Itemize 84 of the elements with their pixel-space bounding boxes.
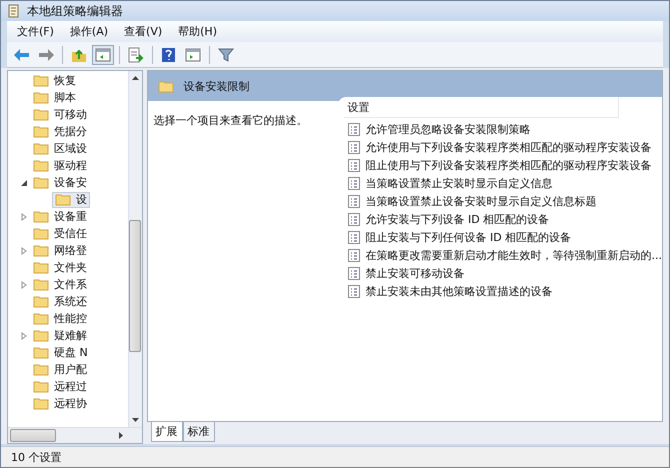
setting-row[interactable]: 阻止使用与下列设备安装程序类相匹配的驱动程序安装设备 — [344, 156, 662, 174]
tree-item[interactable]: 恢复 — [30, 72, 79, 88]
setting-icon — [348, 122, 360, 136]
expand-triangle-icon[interactable] — [20, 212, 28, 220]
folder-icon — [33, 227, 49, 240]
tree-item[interactable]: 远程协 — [30, 396, 90, 412]
scroll-up-icon[interactable] — [132, 75, 138, 80]
tree-item[interactable]: 性能控 — [30, 310, 90, 326]
menu-item[interactable]: 文件(F) — [11, 22, 60, 41]
setting-icon — [348, 194, 360, 208]
setting-row[interactable]: 阻止安装与下列任何设备 ID 相匹配的设备 — [344, 228, 662, 246]
expand-triangle-icon[interactable] — [20, 332, 28, 340]
collapse-triangle-icon[interactable] — [20, 178, 28, 186]
menu-item[interactable]: 查看(V) — [118, 22, 168, 41]
folder-icon — [33, 176, 49, 189]
setting-row[interactable]: 允许使用与下列设备安装程序类相匹配的驱动程序安装设备 — [344, 138, 662, 156]
status-text: 10 个设置 — [11, 450, 62, 464]
setting-icon — [348, 140, 360, 154]
folder-icon — [33, 74, 49, 87]
tree-item[interactable]: 系统还 — [30, 294, 90, 310]
setting-icon — [348, 158, 360, 172]
tree-item[interactable]: 网络登 — [30, 242, 90, 258]
folder-icon — [33, 261, 49, 274]
tree-item[interactable]: 疑难解 — [30, 328, 90, 344]
folder-icon — [33, 108, 49, 121]
folder-icon — [33, 91, 49, 104]
folder-icon — [33, 210, 49, 223]
folder-icon — [33, 295, 49, 308]
description-text: 选择一个项目来查看它的描述。 — [154, 114, 308, 127]
setting-icon — [348, 230, 360, 244]
vertical-scrollbar[interactable] — [128, 71, 142, 427]
tree-item[interactable]: 硬盘 N — [30, 344, 91, 360]
tree-item[interactable]: 驱动程 — [30, 158, 90, 174]
view-tab[interactable]: 标准 — [182, 422, 214, 442]
folder-icon — [33, 142, 49, 155]
section-title: 设备安装限制 — [184, 78, 250, 94]
toolbar-pane-icon[interactable] — [92, 44, 114, 64]
tree-item[interactable]: 设 — [52, 192, 90, 208]
setting-icon — [348, 176, 360, 190]
folder-icon — [33, 278, 49, 291]
folder-icon — [33, 397, 49, 410]
folder-icon — [33, 125, 49, 138]
setting-icon — [348, 212, 360, 226]
folder-icon — [158, 80, 174, 92]
tree-item[interactable]: 脚本 — [30, 90, 79, 106]
setting-row[interactable]: 允许管理员忽略设备安装限制策略 — [344, 120, 662, 138]
scroll-right-icon[interactable] — [118, 432, 124, 439]
folder-icon — [33, 329, 49, 342]
folder-icon — [33, 312, 49, 325]
horizontal-scrollbar[interactable] — [8, 427, 142, 443]
view-tab[interactable]: 扩展 — [150, 422, 182, 442]
folder-icon — [33, 159, 49, 172]
expand-triangle-icon[interactable] — [20, 280, 28, 288]
folder-icon — [33, 244, 49, 257]
expand-triangle-icon[interactable] — [20, 246, 28, 254]
setting-row[interactable]: 当策略设置禁止安装时显示自定义信息 — [344, 174, 662, 192]
setting-row[interactable]: 禁止安装可移动设备 — [344, 264, 662, 282]
tree-item[interactable]: 受信任 — [30, 226, 90, 242]
scroll-icon — [7, 3, 21, 19]
tree-item[interactable]: 文件夹 — [30, 260, 90, 276]
tree-item[interactable]: 用户配 — [30, 362, 90, 378]
tree-item[interactable]: 远程过 — [30, 378, 90, 394]
folder-icon — [33, 346, 49, 359]
tree-item[interactable]: 文件系 — [30, 276, 90, 292]
tree-item[interactable]: 凭据分 — [30, 124, 90, 140]
setting-row[interactable]: 当策略设置禁止设备安装时显示自定义信息标题 — [344, 192, 662, 210]
setting-row[interactable]: 在策略更改需要重新启动才能生效时，等待强制重新启动的... — [344, 246, 662, 264]
tree-item[interactable]: 可移动 — [30, 106, 90, 122]
tree-item[interactable]: 设备安 — [30, 174, 90, 190]
menu-item[interactable]: 操作(A) — [64, 22, 114, 41]
tree-item[interactable]: 设备重 — [30, 208, 90, 224]
column-header[interactable]: 设置 — [344, 97, 618, 118]
folder-icon — [33, 380, 49, 393]
setting-icon — [348, 266, 360, 280]
folder-icon — [33, 363, 49, 376]
folder-icon — [55, 193, 71, 206]
menu-item[interactable]: 帮助(H) — [172, 22, 223, 41]
window-title: 本地组策略编辑器 — [27, 2, 123, 20]
setting-row[interactable]: 禁止安装未由其他策略设置描述的设备 — [344, 282, 662, 300]
tree-item[interactable]: 区域设 — [30, 140, 90, 156]
setting-row[interactable]: 允许安装与下列设备 ID 相匹配的设备 — [344, 210, 662, 228]
scroll-down-icon[interactable] — [132, 418, 138, 423]
setting-icon — [348, 284, 360, 298]
setting-icon — [348, 248, 360, 262]
